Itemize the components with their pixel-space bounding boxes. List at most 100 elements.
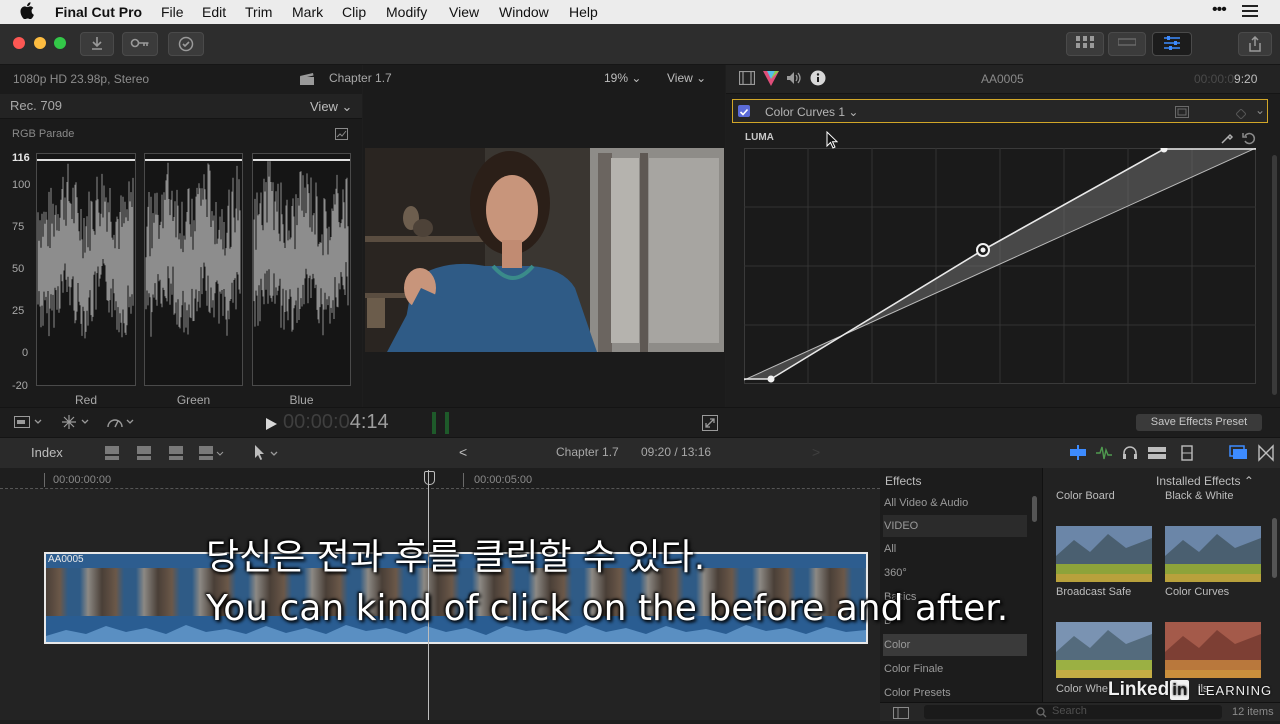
timecode-bright: 4:14 [349,411,389,433]
minimize-window-button[interactable] [34,37,46,49]
effect-thumbnail-color-wheels[interactable] [1056,622,1152,678]
menu-help[interactable]: Help [569,4,598,20]
menu-window[interactable]: Window [499,4,549,20]
scale-label: 116 [12,152,30,164]
zoom-window-button[interactable] [54,37,66,49]
toolbar [0,24,1280,65]
forward-arrow-icon[interactable]: > [812,444,820,460]
viewer-view-menu[interactable]: View ⌄ [667,71,706,85]
select-tool-menu[interactable] [253,444,281,467]
index-button[interactable]: Index [31,445,63,460]
save-effects-preset-button[interactable]: Save Effects Preset [1136,414,1262,431]
effects-search-field[interactable]: Search [924,705,1222,719]
watermark-brand: Linked [1108,679,1170,700]
app-menu[interactable]: Final Cut Pro [55,4,142,20]
playhead-handle[interactable] [424,471,435,485]
audio-inspector-icon[interactable] [786,71,802,90]
scale-label: 50 [12,263,25,275]
inspector-scrollbar[interactable] [1272,155,1277,395]
effects-header: Effects [885,474,922,488]
colorspace-label: Rec. 709 [10,98,63,113]
libraries-toggle-button[interactable] [1066,32,1104,56]
apple-menu-icon[interactable] [20,2,34,23]
scopes-view-menu[interactable]: View ⌄ [310,99,352,115]
sidebar-item-video[interactable]: VIDEO [883,515,1027,537]
audio-meter-mini [445,412,449,434]
effect-name-menu[interactable]: Color Curves 1 ⌄ [765,105,858,119]
sidebar-item-360[interactable]: 360° [883,562,1027,584]
viewer-timecode[interactable]: 00:00:04:14 [283,411,389,434]
sidebar-item-color[interactable]: Color [883,634,1027,656]
grid-scrollbar[interactable] [1272,518,1277,578]
snapping-icon [1181,445,1193,461]
effect-mask-icon[interactable] [1175,105,1189,123]
installed-label: Installed Effects [1156,474,1241,488]
effect-name: Color Curves 1 [765,105,846,119]
headphones-icon [1123,446,1137,459]
more-icon[interactable]: ••• [1212,1,1227,19]
subtitle-english: You can kind of click on the before and … [206,588,1009,629]
sidebar-item-color-presets[interactable]: Color Presets [883,682,1027,704]
clip-name: AA0005 [48,554,84,565]
sidebar-item-all[interactable]: All [883,538,1027,560]
viewer-project-title: Chapter 1.7 [329,71,392,85]
effect-thumbnail-color-curves[interactable] [1165,526,1261,582]
effect-thumbnail-colorize[interactable] [1165,622,1261,678]
sidebar-item-color-finale[interactable]: Color Finale [883,658,1027,680]
luma-curve-graph[interactable] [744,148,1256,384]
installed-effects-menu[interactable]: Installed Effects ⌃ [1156,474,1254,488]
effect-label: Color Curves [1165,586,1230,598]
view-mode-menu[interactable] [14,414,46,435]
menu-mark[interactable]: Mark [292,4,323,20]
effect-collapse-icon[interactable]: ⌄ [1255,103,1265,117]
parade-blue: Blue [252,153,351,407]
import-arrow-icon [92,37,102,50]
viewer-zoom-menu[interactable]: 19% ⌄ [604,71,641,85]
sidebar-item-all-video-audio[interactable]: All Video & Audio [883,492,1027,514]
search-placeholder: Search [1052,705,1087,717]
effect-keyframe-icon[interactable] [1235,106,1247,124]
fullscreen-icon[interactable] [702,415,718,436]
scope-settings-icon[interactable] [335,127,348,145]
blue-waveform [253,161,349,336]
menu-modify[interactable]: Modify [386,4,427,20]
transform-tool-menu[interactable] [61,414,93,435]
play-button[interactable] [266,417,277,435]
viewer-panel: Chapter 1.7 19% ⌄ View ⌄ [300,65,725,407]
share-button[interactable] [1238,32,1272,56]
background-tasks-button[interactable] [168,32,204,56]
timeline-toggle-button[interactable] [1108,32,1146,56]
import-button[interactable] [80,32,114,56]
menu-clip[interactable]: Clip [342,4,366,20]
watermark-in: in [1170,680,1190,700]
format-info: 1080p HD 23.98p, Stereo [13,72,150,86]
keywords-button[interactable] [122,32,158,56]
menu-trim[interactable]: Trim [245,4,272,20]
sidebar-scrollbar[interactable] [1032,496,1037,522]
menu-bar: Final Cut Pro File Edit Trim Mark Clip M… [0,0,1280,24]
effect-label: Color Board [1056,490,1115,502]
parade-green: Green [144,153,243,407]
watermark-learning: LEARNING [1197,683,1273,698]
menu-file[interactable]: File [161,4,184,20]
share-icon [1249,36,1261,52]
color-inspector-icon[interactable] [763,71,779,91]
info-inspector-icon[interactable] [810,70,826,91]
close-window-button[interactable] [13,37,25,49]
menu-view[interactable]: View [449,4,479,20]
scale-label: 0 [22,347,29,359]
sidebar-toggle-icon[interactable] [893,706,909,724]
back-arrow-icon[interactable]: < [459,444,467,460]
video-inspector-icon[interactable] [738,70,756,90]
inspector-toggle-button[interactable] [1152,32,1192,56]
subtitle-korean: 당신은 전과 후를 클릭할 수 있다. [206,537,706,578]
speed-tool-menu[interactable] [106,414,138,435]
control-center-icon[interactable] [1242,4,1258,21]
ruler-tick [44,473,45,487]
waveform-trace [253,161,349,336]
ruler-timecode: 00:00:05:00 [474,474,533,486]
effect-thumbnail-broadcast-safe[interactable] [1056,526,1152,582]
scale-label: 100 [12,179,31,191]
menu-edit[interactable]: Edit [202,4,226,20]
effect-enable-checkbox[interactable] [738,105,750,117]
